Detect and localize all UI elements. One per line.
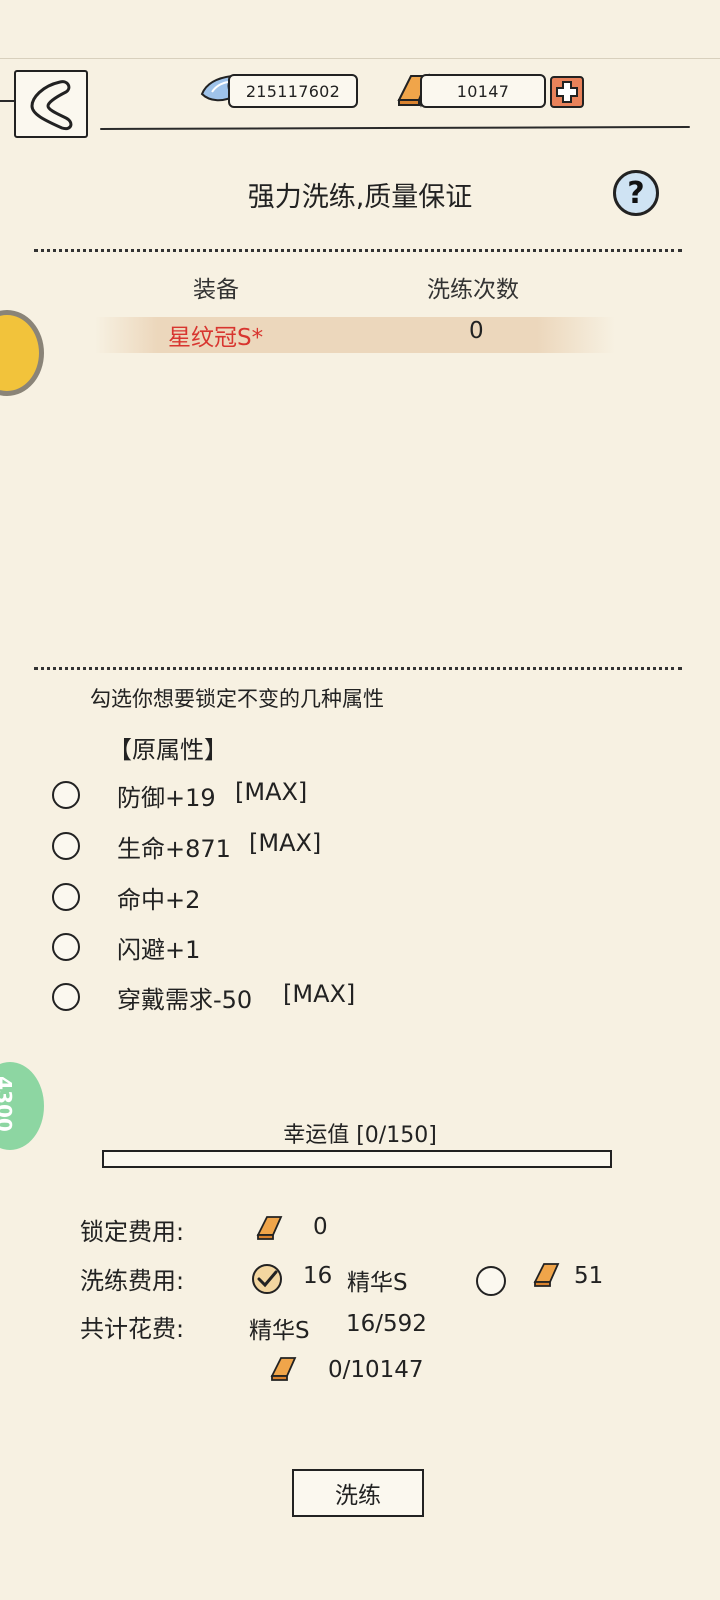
attribute-lock-radio[interactable] [52,832,80,860]
attribute-max-tag: [MAX] [283,980,356,1008]
total-essence-name: 精华S [249,1318,310,1344]
essence-cost-qty: 16 [303,1263,333,1289]
page-title: 强力洗练,质量保证 [247,182,473,213]
plus-icon [556,81,578,103]
column-header-equipment: 装备 [193,277,239,303]
divider-top [34,249,682,252]
checkmark-icon [257,1270,278,1288]
attributes-heading: 【原属性】 [108,736,228,764]
header-underline [99,125,691,131]
side-avatar[interactable] [0,310,44,396]
back-arrow-icon [30,80,73,131]
gold-bar-icon [256,1216,283,1240]
total-gold-value: 0/10147 [328,1357,424,1383]
refine-button[interactable]: 洗练 [292,1469,424,1517]
attribute-label: 闪避+1 [117,936,201,964]
silver-amount: 215117602 [228,74,358,108]
luck-progress-bar [102,1150,612,1168]
back-button[interactable] [14,70,88,138]
refine-cost-label: 洗练费用: [80,1267,185,1295]
total-essence-value: 16/592 [346,1311,427,1337]
attribute-label: 防御+19 [117,784,216,812]
divider-middle [34,667,682,670]
attribute-lock-radio[interactable] [52,983,80,1011]
essence-cost-name: 精华S [347,1270,408,1296]
attribute-label: 命中+2 [117,886,201,914]
lock-cost-label: 锁定费用: [80,1218,185,1246]
essence-cost-radio[interactable] [252,1264,282,1294]
attribute-lock-radio[interactable] [52,781,80,809]
column-header-refine-count: 洗练次数 [427,277,519,303]
attribute-lock-radio[interactable] [52,933,80,961]
gold-amount: 10147 [420,74,546,108]
help-button[interactable]: ? [613,170,659,216]
total-cost-label: 共计花费: [80,1315,185,1343]
gold-bar-icon [533,1263,560,1287]
top-divider [0,58,720,59]
gold-bar-icon [270,1357,297,1381]
attribute-lock-radio[interactable] [52,883,80,911]
gold-cost-value: 51 [574,1263,604,1289]
equipment-name: 星纹冠S* [168,325,264,351]
add-gold-button[interactable] [550,76,584,108]
gold-cost-radio[interactable] [476,1266,506,1296]
luck-label: 幸运值 [0/150] [283,1123,437,1148]
refine-count: 0 [469,318,484,344]
attribute-max-tag: [MAX] [249,829,322,857]
lock-cost-value: 0 [313,1214,328,1240]
attribute-label: 生命+871 [117,835,231,863]
attribute-label: 穿戴需求-50 [117,986,253,1014]
attribute-max-tag: [MAX] [235,778,308,806]
lock-hint: 勾选你想要锁定不变的几种属性 [90,687,384,711]
